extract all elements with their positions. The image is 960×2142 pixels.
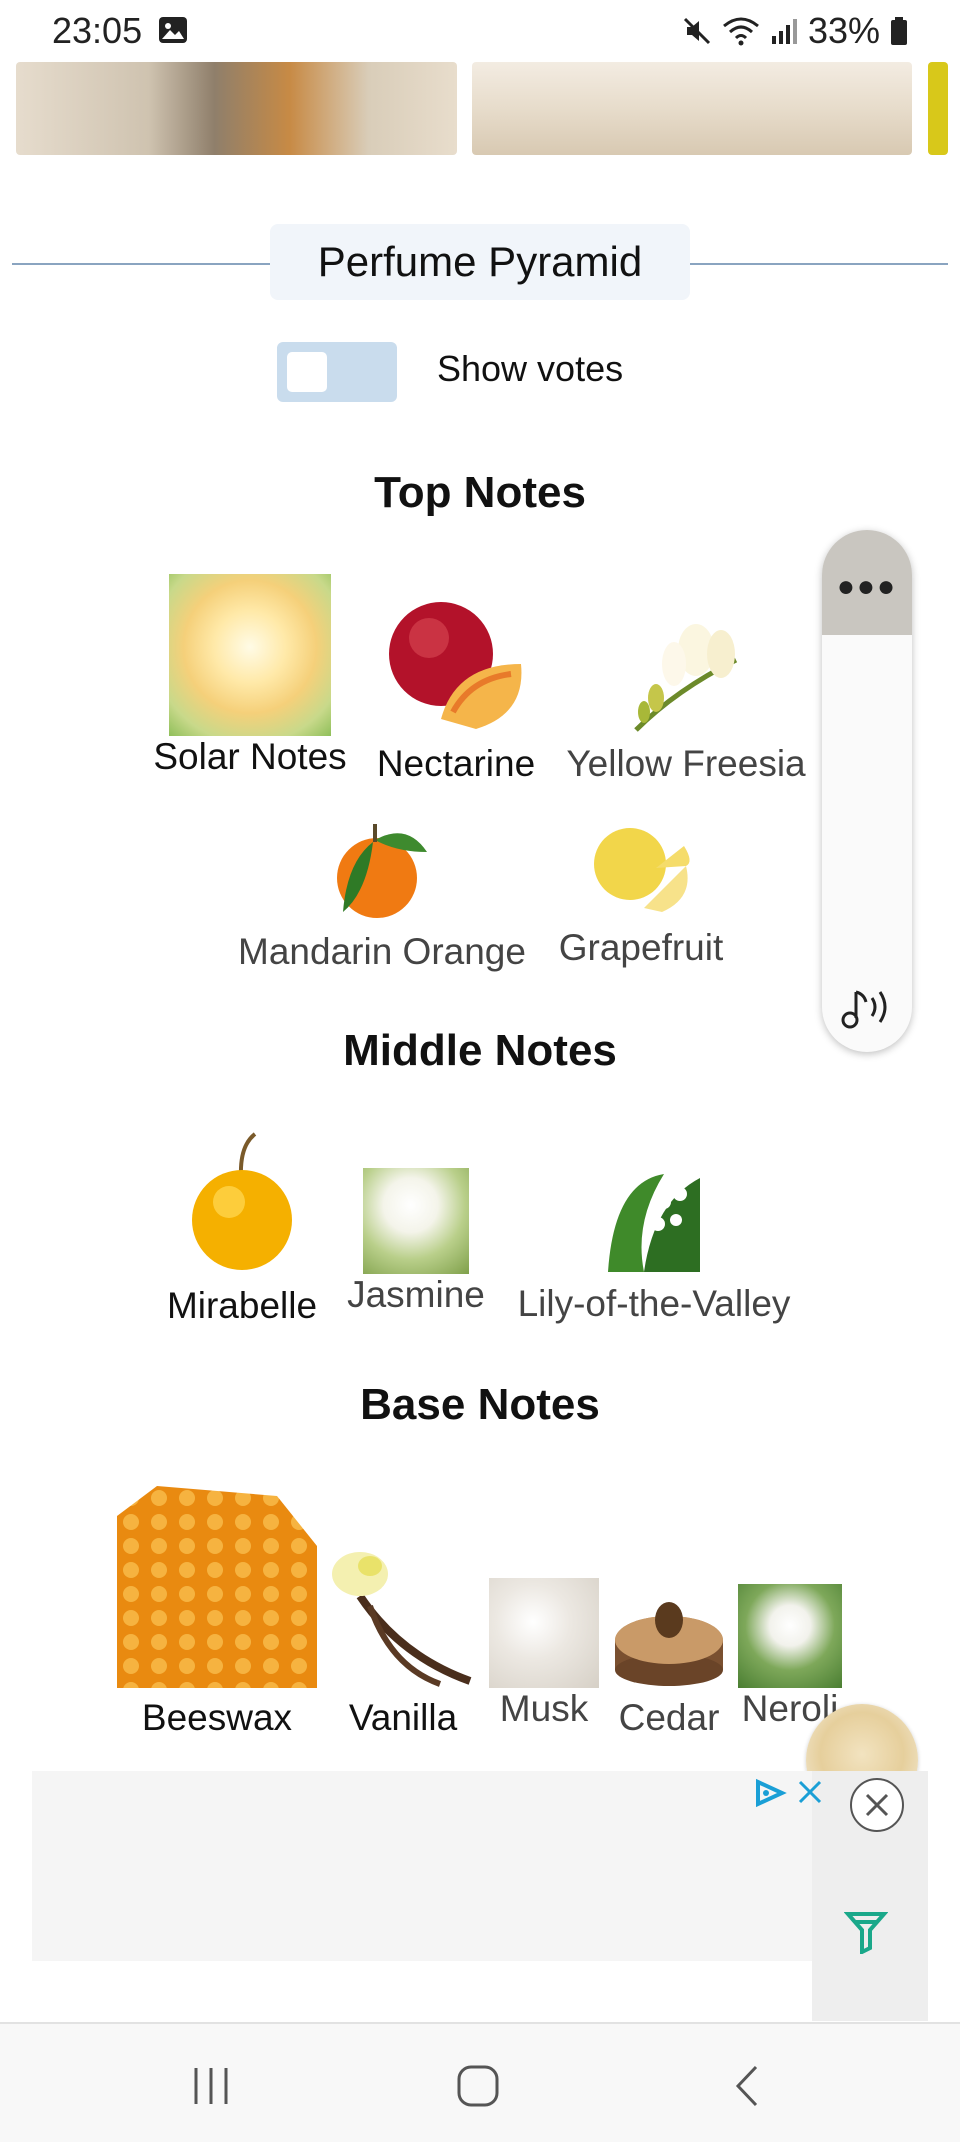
nectarine-image [389, 602, 522, 729]
battery-percent: 33% [807, 10, 880, 51]
ad-choices-icon[interactable] [754, 1778, 788, 1808]
note-label: Lily-of-the-Valley [517, 1283, 791, 1324]
close-ad-icon[interactable] [848, 1776, 906, 1834]
note-lily-of-the-valley[interactable]: Lily-of-the-Valley [506, 1172, 802, 1325]
note-vanilla[interactable]: Vanilla [326, 1546, 480, 1739]
home-icon[interactable] [456, 2064, 500, 2108]
recent-apps-icon[interactable] [190, 2066, 232, 2106]
lily-of-the-valley-image [608, 1174, 700, 1272]
base-notes-title: Base Notes [360, 1380, 600, 1429]
status-bar: 23:05 33% [0, 0, 960, 62]
yellow-freesia-image [634, 624, 738, 732]
note-musk[interactable]: Musk [486, 1578, 602, 1730]
note-label: Jasmine [347, 1274, 485, 1315]
back-icon[interactable] [732, 2064, 762, 2108]
ad-banner[interactable] [32, 1771, 928, 1961]
top-notes-title: Top Notes [374, 468, 586, 517]
note-label: Beeswax [141, 1697, 293, 1738]
note-label: Musk [499, 1688, 589, 1729]
wifi-icon [722, 17, 759, 46]
status-time: 23:05 [52, 10, 143, 51]
gallery-photo-1[interactable] [16, 62, 457, 155]
mandarin-orange-image [337, 824, 427, 918]
gallery-photo-2[interactable] [472, 62, 912, 155]
ad-close-small-icon[interactable] [796, 1778, 824, 1806]
note-label: Grapefruit [558, 927, 724, 968]
note-cedar[interactable]: Cedar [608, 1580, 730, 1739]
note-mirabelle[interactable]: Mirabelle [158, 1128, 326, 1327]
signal-icon [771, 19, 797, 44]
note-solar-notes[interactable]: Solar Notes [146, 574, 354, 778]
system-nav-bar [0, 2022, 960, 2142]
battery-icon [891, 17, 907, 45]
header-rule-left [12, 263, 270, 265]
show-votes-label: Show votes [437, 348, 624, 389]
mirabelle-image [192, 1132, 292, 1270]
note-mandarin-orange[interactable]: Mandarin Orange [226, 812, 538, 973]
grapefruit-image [594, 828, 690, 912]
neroli-image [738, 1584, 842, 1688]
note-label: Yellow Freesia [566, 743, 806, 784]
note-grapefruit[interactable]: Grapefruit [546, 818, 736, 969]
music-audio-icon[interactable] [838, 982, 896, 1032]
note-beeswax[interactable]: Beeswax [116, 1486, 318, 1739]
ad-brand-icon [844, 1912, 888, 1954]
status-right: 33% [682, 10, 908, 52]
note-jasmine[interactable]: Jasmine [336, 1168, 496, 1316]
pyramid-title: Perfume Pyramid [270, 224, 690, 300]
gallery-notification-icon [159, 17, 187, 43]
note-label: Mirabelle [166, 1285, 318, 1326]
gallery-photo-3[interactable] [928, 62, 948, 155]
vanilla-image [332, 1552, 472, 1687]
toggle-knob[interactable] [287, 352, 327, 392]
jasmine-image [363, 1168, 469, 1274]
middle-notes-title: Middle Notes [343, 1026, 617, 1075]
more-options-icon[interactable]: ●●● [822, 570, 912, 604]
note-label: Nectarine [376, 743, 536, 784]
note-yellow-freesia[interactable]: Yellow Freesia [556, 620, 816, 785]
beeswax-image [117, 1486, 317, 1688]
note-label: Solar Notes [153, 736, 347, 777]
note-label: Mandarin Orange [238, 931, 526, 972]
mute-icon [683, 17, 710, 45]
header-rule-right [690, 263, 948, 265]
note-label: Vanilla [348, 1697, 458, 1738]
show-votes-toggle[interactable] [277, 342, 397, 402]
note-label: Cedar [618, 1697, 720, 1738]
note-nectarine[interactable]: Nectarine [368, 594, 544, 785]
musk-image [489, 1578, 599, 1688]
floating-audio-panel[interactable]: ●●● [822, 530, 912, 1052]
note-neroli[interactable]: Neroli [736, 1584, 844, 1730]
solar-notes-image [169, 574, 331, 736]
cedar-image [615, 1602, 723, 1686]
